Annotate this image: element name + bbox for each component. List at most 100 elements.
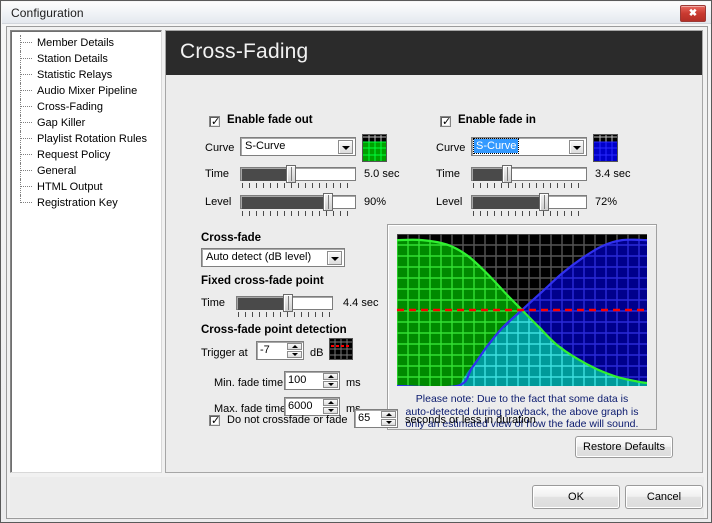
- fade-out-level-label: Level: [205, 196, 231, 208]
- slider-ticks: [473, 183, 585, 188]
- spinner-up-icon[interactable]: [323, 373, 338, 380]
- fixed-time-label: Time: [201, 297, 225, 309]
- graph-note-line-1: Please note: Due to the fact that some d…: [388, 393, 656, 406]
- fade-out-preview-thumbnail: [362, 134, 387, 162]
- trigger-at-value: -7: [260, 344, 270, 356]
- tree-connector: [20, 170, 32, 172]
- sidebar-item-cross-fading[interactable]: Cross-Fading: [11, 99, 161, 115]
- no-crossfade-duration-spinner[interactable]: 65: [354, 409, 398, 428]
- fade-out-level-value: 90%: [364, 196, 386, 208]
- checkmark-icon: ✓: [211, 415, 220, 426]
- page-title: Cross-Fading: [180, 40, 308, 64]
- sidebar-item-request-policy[interactable]: Request Policy: [11, 147, 161, 163]
- slider-track: [471, 167, 587, 181]
- min-fade-time-spinner[interactable]: 100: [284, 371, 340, 390]
- crossfade-section-label: Cross-fade: [201, 232, 261, 244]
- trigger-preview-thumbnail: [329, 338, 353, 360]
- crossfade-mode-combo[interactable]: Auto detect (dB level): [201, 248, 345, 267]
- enable-fade-out-label: Enable fade out: [227, 114, 313, 126]
- slider-thumb[interactable]: [539, 193, 549, 211]
- checkmark-icon: ✓: [442, 116, 451, 127]
- configuration-window: Configuration ✖ Member Details Station De…: [0, 0, 712, 523]
- sidebar-item-general[interactable]: General: [11, 163, 161, 179]
- slider-thumb[interactable]: [323, 193, 333, 211]
- no-crossfade-checkbox[interactable]: ✓: [209, 415, 220, 426]
- sidebar-item-station-details[interactable]: Station Details: [11, 51, 161, 67]
- spinner-up-icon[interactable]: [323, 399, 338, 406]
- tree-list: Member Details Station Details Statistic R…: [11, 31, 161, 211]
- tree-connector: [20, 154, 32, 156]
- slider-ticks: [473, 211, 585, 216]
- tree-connector: [20, 186, 32, 188]
- chevron-down-icon[interactable]: [569, 140, 584, 154]
- fade-in-curve-value: S-Curve: [474, 139, 518, 153]
- fade-out-preview-svg: [363, 135, 386, 161]
- slider-fill: [242, 197, 329, 209]
- close-button[interactable]: ✖: [680, 5, 706, 22]
- crossfade-graph: [397, 234, 647, 386]
- sidebar-item-html-output[interactable]: HTML Output: [11, 179, 161, 195]
- close-icon: ✖: [681, 6, 705, 21]
- no-crossfade-label: Do not crossfade or fade: [227, 414, 347, 426]
- sidebar-item-label: Registration Key: [37, 197, 118, 209]
- spinner-down-icon[interactable]: [323, 381, 338, 388]
- max-fade-time-value: 6000: [288, 400, 312, 412]
- fade-out-time-value: 5.0 sec: [364, 168, 399, 180]
- spinner-down-icon[interactable]: [287, 351, 302, 358]
- settings-tree[interactable]: Member Details Station Details Statistic R…: [10, 30, 162, 473]
- tree-connector: [20, 106, 32, 108]
- sidebar-item-member-details[interactable]: Member Details: [11, 35, 161, 51]
- fixed-time-value: 4.4 sec: [343, 297, 378, 309]
- sidebar-item-gap-killer[interactable]: Gap Killer: [11, 115, 161, 131]
- slider-fill: [473, 197, 545, 209]
- tree-connector: [20, 74, 32, 76]
- sidebar-item-label: Station Details: [37, 53, 108, 65]
- fade-in-preview-thumbnail: [593, 134, 618, 162]
- spinner-up-icon[interactable]: [287, 343, 302, 350]
- page-body: ✓ Enable fade out Curve S-Curve: [166, 75, 702, 472]
- fade-in-curve-combo[interactable]: S-Curve: [471, 137, 587, 156]
- spinner-buttons[interactable]: [323, 373, 338, 388]
- chevron-down-icon[interactable]: [327, 251, 342, 265]
- crossfade-detection-label: Cross-fade point detection: [201, 324, 347, 336]
- trigger-at-spinner[interactable]: -7: [256, 341, 304, 360]
- slider-thumb[interactable]: [286, 165, 296, 183]
- client-area: Member Details Station Details Statistic R…: [6, 26, 708, 519]
- enable-fade-out-checkbox[interactable]: ✓: [209, 116, 220, 127]
- sidebar-item-label: Audio Mixer Pipeline: [37, 85, 137, 97]
- chevron-down-icon[interactable]: [338, 140, 353, 154]
- window-titlebar: Configuration ✖: [2, 2, 711, 24]
- sidebar-item-statistic-relays[interactable]: Statistic Relays: [11, 67, 161, 83]
- slider-thumb[interactable]: [502, 165, 512, 183]
- spinner-buttons[interactable]: [287, 343, 302, 358]
- trigger-at-unit: dB: [310, 347, 323, 359]
- spinner-down-icon[interactable]: [323, 407, 338, 414]
- tree-connector: [20, 42, 32, 44]
- sidebar-item-registration-key[interactable]: Registration Key: [11, 195, 161, 211]
- fade-out-curve-combo[interactable]: S-Curve: [240, 137, 356, 156]
- slider-ticks: [242, 183, 354, 188]
- restore-defaults-button[interactable]: Restore Defaults: [575, 436, 673, 458]
- slider-track: [240, 195, 356, 209]
- sidebar-item-audio-mixer-pipeline[interactable]: Audio Mixer Pipeline: [11, 83, 161, 99]
- spinner-down-icon[interactable]: [381, 419, 396, 426]
- fade-in-time-value: 3.4 sec: [595, 168, 630, 180]
- ok-button[interactable]: OK: [532, 485, 620, 509]
- min-fade-time-unit: ms: [346, 377, 361, 389]
- sidebar-item-label: General: [37, 165, 76, 177]
- slider-thumb[interactable]: [283, 294, 293, 312]
- tree-connector: [20, 202, 32, 204]
- restore-defaults-label: Restore Defaults: [576, 437, 672, 458]
- cancel-button[interactable]: Cancel: [625, 485, 703, 509]
- spinner-buttons[interactable]: [381, 411, 396, 426]
- page-header: Cross-Fading: [166, 31, 702, 75]
- crossfade-graph-panel: Please note: Due to the fact that some d…: [387, 224, 657, 430]
- spinner-up-icon[interactable]: [381, 411, 396, 418]
- fade-in-level-label: Level: [436, 196, 462, 208]
- enable-fade-in-checkbox[interactable]: ✓: [440, 116, 451, 127]
- sidebar-item-playlist-rotation-rules[interactable]: Playlist Rotation Rules: [11, 131, 161, 147]
- settings-content: Cross-Fading ✓ Enable fade out Curve S-C…: [165, 30, 703, 473]
- tree-connector: [20, 58, 32, 60]
- spinner-buttons[interactable]: [323, 399, 338, 414]
- tree-connector: [20, 138, 32, 140]
